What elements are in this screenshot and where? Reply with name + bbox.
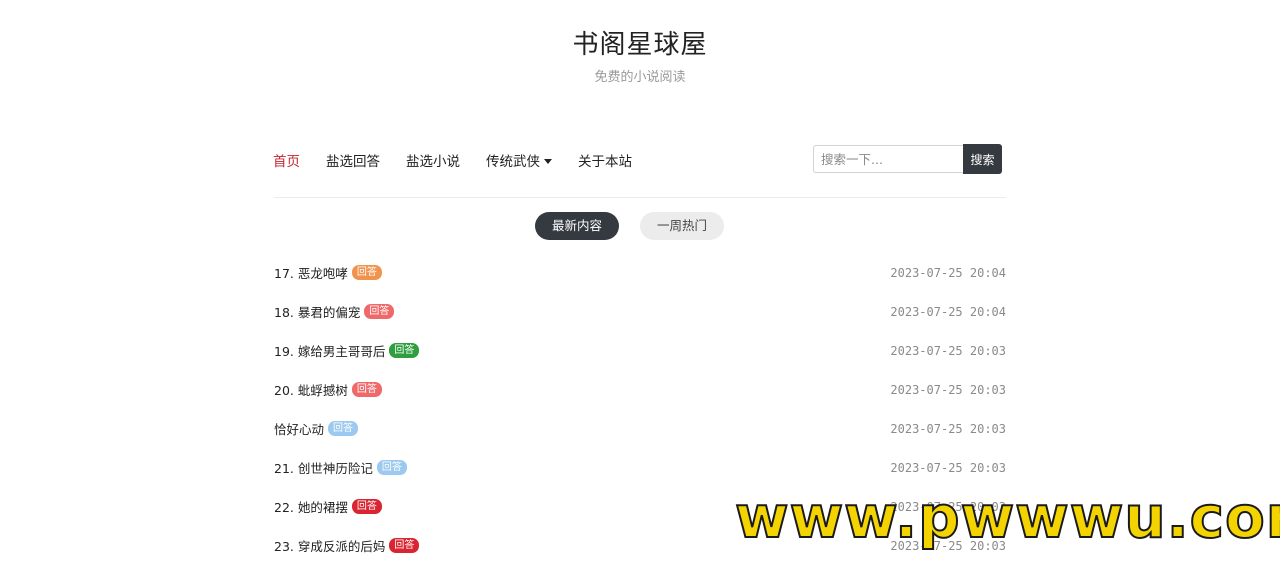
list-item-left: 19. 嫁给男主哥哥后 回答 xyxy=(274,341,420,360)
tab-weekly-hot[interactable]: 一周热门 xyxy=(640,212,725,240)
list-item-date: 2023-07-25 20:04 xyxy=(890,304,1006,319)
main-nav: 首页 盐选回答 盐选小说 传统武侠 关于本站 xyxy=(273,150,658,170)
list-item-badge: 回答 xyxy=(389,343,420,358)
site-subtitle: 免费的小说阅读 xyxy=(594,70,686,85)
caret-down-icon xyxy=(544,159,552,164)
nav-item-about[interactable]: 关于本站 xyxy=(578,150,632,170)
search-button[interactable]: 搜索 xyxy=(963,144,1002,174)
list-item-badge: 回答 xyxy=(351,499,382,514)
list-item-left: 17. 恶龙咆哮 回答 xyxy=(274,263,382,282)
list-item-title[interactable]: 恰好心动 xyxy=(274,419,324,438)
nav-item-home[interactable]: 首页 xyxy=(273,150,300,170)
list-item-left: 恰好心动 回答 xyxy=(274,419,359,438)
list-item: 恰好心动 回答 2023-07-25 20:03 xyxy=(274,409,1006,448)
list-item: 17. 恶龙咆哮 回答 2023-07-25 20:04 xyxy=(274,253,1006,292)
list-item-title[interactable]: 17. 恶龙咆哮 xyxy=(274,263,348,282)
list-item-left: 18. 暴君的偏宠 回答 xyxy=(274,302,395,321)
list-item-left: 20. 蚍蜉撼树 回答 xyxy=(274,380,382,399)
list-item-date: 2023-07-25 20:04 xyxy=(890,265,1006,280)
list-item-title[interactable]: 18. 暴君的偏宠 xyxy=(274,302,360,321)
list-item-badge: 回答 xyxy=(376,460,407,475)
watermark: www.pwwwu.com xyxy=(734,482,1280,552)
list-item-title[interactable]: 22. 她的裙摆 xyxy=(274,497,348,516)
list-item: 20. 蚍蜉撼树 回答 2023-07-25 20:03 xyxy=(274,370,1006,409)
list-item-title[interactable]: 20. 蚍蜉撼树 xyxy=(274,380,348,399)
list-item-title[interactable]: 23. 穿成反派的后妈 xyxy=(274,536,385,555)
nav-item-wuxia-label: 传统武侠 xyxy=(486,154,540,170)
list-item-left: 21. 创世神历险记 回答 xyxy=(274,458,407,477)
list-item-date: 2023-07-25 20:03 xyxy=(890,421,1006,436)
list-item-badge: 回答 xyxy=(351,265,382,280)
nav-item-wuxia-dropdown[interactable]: 传统武侠 xyxy=(486,150,552,170)
nav-item-selected-answers[interactable]: 盐选回答 xyxy=(326,150,380,170)
search-form: 搜索 xyxy=(813,144,1002,174)
nav-divider xyxy=(274,197,1006,198)
nav-item-selected-novels[interactable]: 盐选小说 xyxy=(406,150,460,170)
list-item-date: 2023-07-25 20:03 xyxy=(890,460,1006,475)
list-item-badge: 回答 xyxy=(351,382,382,397)
list-item: 19. 嫁给男主哥哥后 回答 2023-07-25 20:03 xyxy=(274,331,1006,370)
list-item-badge: 回答 xyxy=(364,304,395,319)
list-item-left: 22. 她的裙摆 回答 xyxy=(274,497,382,516)
list-item-left: 23. 穿成反派的后妈 回答 xyxy=(274,536,420,555)
list-item-badge: 回答 xyxy=(328,421,359,436)
site-title[interactable]: 书阁星球屋 xyxy=(0,24,1280,61)
list-item-badge: 回答 xyxy=(389,538,420,553)
list-item-date: 2023-07-25 20:03 xyxy=(890,343,1006,358)
search-input[interactable] xyxy=(813,145,963,173)
list-item-title[interactable]: 21. 创世神历险记 xyxy=(274,458,373,477)
tab-latest[interactable]: 最新内容 xyxy=(535,212,620,240)
list-item: 18. 暴君的偏宠 回答 2023-07-25 20:04 xyxy=(274,292,1006,331)
content-tabs: 最新内容 一周热门 xyxy=(535,212,725,240)
list-item-date: 2023-07-25 20:03 xyxy=(890,382,1006,397)
list-item-title[interactable]: 19. 嫁给男主哥哥后 xyxy=(274,341,385,360)
